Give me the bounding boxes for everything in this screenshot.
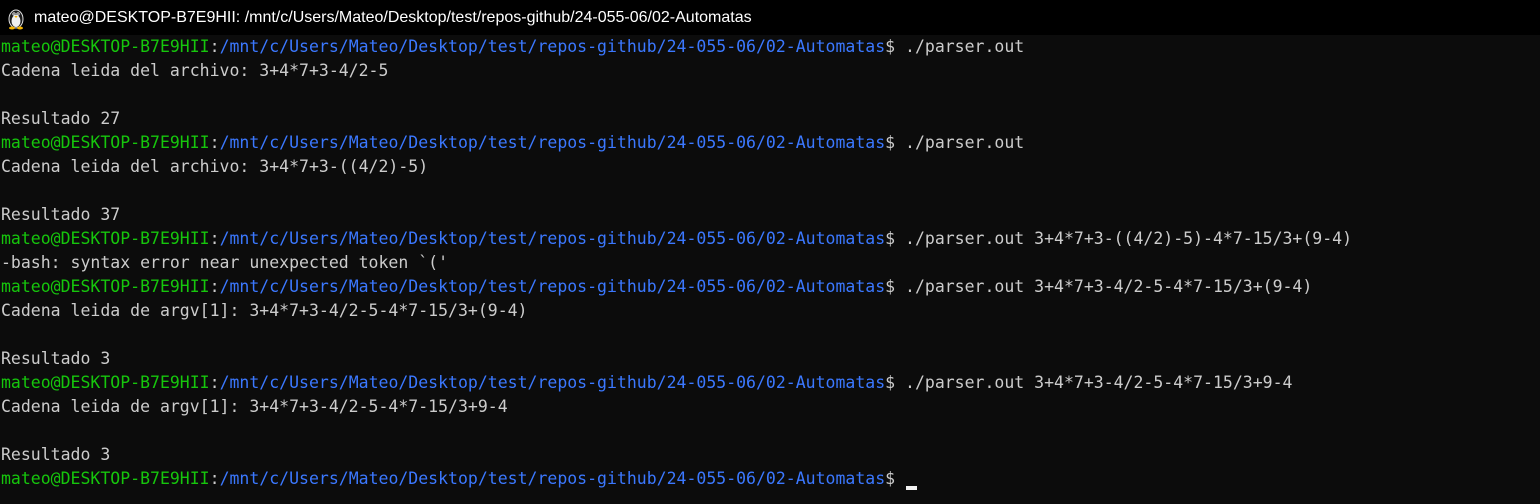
- prompt-separator: :: [209, 37, 220, 56]
- text-cursor: [906, 486, 918, 490]
- prompt-line: mateo@DESKTOP-B7E9HII:/mnt/c/Users/Mateo…: [1, 275, 1540, 299]
- prompt-symbol: $: [885, 133, 906, 152]
- prompt-separator: :: [209, 133, 220, 152]
- prompt-user-host: mateo@DESKTOP-B7E9HII: [1, 469, 210, 488]
- output-line: Resultado 27: [1, 107, 1540, 131]
- output-text: Cadena leida de argv[1]: 3+4*7+3-4/2-5-4…: [1, 397, 508, 416]
- output-line: Cadena leida del archivo: 3+4*7+3-((4/2)…: [1, 155, 1540, 179]
- prompt-user-host: mateo@DESKTOP-B7E9HII: [1, 229, 210, 248]
- output-text: Resultado 37: [1, 205, 121, 224]
- output-line: Resultado 3: [1, 347, 1540, 371]
- prompt-path: /mnt/c/Users/Mateo/Desktop/test/repos-gi…: [219, 229, 886, 248]
- linux-penguin-icon: [6, 6, 26, 30]
- prompt-user-host: mateo@DESKTOP-B7E9HII: [1, 37, 210, 56]
- prompt-separator: :: [209, 277, 220, 296]
- output-line: Cadena leida de argv[1]: 3+4*7+3-4/2-5-4…: [1, 299, 1540, 323]
- prompt-user-host: mateo@DESKTOP-B7E9HII: [1, 277, 210, 296]
- output-text: Cadena leida del archivo: 3+4*7+3-4/2-5: [1, 61, 389, 80]
- output-text: Cadena leida del archivo: 3+4*7+3-((4/2)…: [1, 157, 429, 176]
- prompt-path: /mnt/c/Users/Mateo/Desktop/test/repos-gi…: [219, 133, 886, 152]
- output-line: Resultado 3: [1, 443, 1540, 467]
- command-text: ./parser.out: [905, 37, 1025, 56]
- terminal-output[interactable]: mateo@DESKTOP-B7E9HII:/mnt/c/Users/Mateo…: [0, 35, 1540, 504]
- command-text: ./parser.out: [905, 133, 1025, 152]
- prompt-symbol: $: [885, 373, 906, 392]
- prompt-symbol: $: [885, 37, 906, 56]
- prompt-line: mateo@DESKTOP-B7E9HII:/mnt/c/Users/Mateo…: [1, 131, 1540, 155]
- prompt-separator: :: [209, 469, 220, 488]
- output-text: Resultado 27: [1, 109, 121, 128]
- command-text: ./parser.out 3+4*7+3-((4/2)-5)-4*7-15/3+…: [905, 229, 1353, 248]
- prompt-line: mateo@DESKTOP-B7E9HII:/mnt/c/Users/Mateo…: [1, 371, 1540, 395]
- prompt-separator: :: [209, 229, 220, 248]
- prompt-line: mateo@DESKTOP-B7E9HII:/mnt/c/Users/Mateo…: [1, 467, 1540, 491]
- prompt-user-host: mateo@DESKTOP-B7E9HII: [1, 133, 210, 152]
- prompt-symbol: $: [885, 277, 906, 296]
- prompt-line: mateo@DESKTOP-B7E9HII:/mnt/c/Users/Mateo…: [1, 35, 1540, 59]
- window-title: mateo@DESKTOP-B7E9HII: /mnt/c/Users/Mate…: [34, 8, 752, 26]
- output-text: Cadena leida de argv[1]: 3+4*7+3-4/2-5-4…: [1, 301, 528, 320]
- output-text: Resultado 3: [1, 349, 111, 368]
- command-text: ./parser.out 3+4*7+3-4/2-5-4*7-15/3+9-4: [905, 373, 1293, 392]
- prompt-symbol: $: [885, 469, 906, 488]
- prompt-path: /mnt/c/Users/Mateo/Desktop/test/repos-gi…: [219, 277, 886, 296]
- command-text: ./parser.out 3+4*7+3-4/2-5-4*7-15/3+(9-4…: [905, 277, 1313, 296]
- prompt-user-host: mateo@DESKTOP-B7E9HII: [1, 373, 210, 392]
- output-text: Resultado 3: [1, 445, 111, 464]
- title-bar[interactable]: mateo@DESKTOP-B7E9HII: /mnt/c/Users/Mate…: [0, 0, 1540, 35]
- prompt-line: mateo@DESKTOP-B7E9HII:/mnt/c/Users/Mateo…: [1, 227, 1540, 251]
- prompt-path: /mnt/c/Users/Mateo/Desktop/test/repos-gi…: [219, 37, 886, 56]
- prompt-path: /mnt/c/Users/Mateo/Desktop/test/repos-gi…: [219, 373, 886, 392]
- output-line: Cadena leida del archivo: 3+4*7+3-4/2-5: [1, 59, 1540, 83]
- prompt-symbol: $: [885, 229, 906, 248]
- output-line: -bash: syntax error near unexpected toke…: [1, 251, 1540, 275]
- terminal-window: mateo@DESKTOP-B7E9HII: /mnt/c/Users/Mate…: [0, 0, 1540, 504]
- output-text: -bash: syntax error near unexpected toke…: [1, 253, 449, 272]
- output-line: Resultado 37: [1, 203, 1540, 227]
- prompt-path: /mnt/c/Users/Mateo/Desktop/test/repos-gi…: [219, 469, 886, 488]
- output-line: Cadena leida de argv[1]: 3+4*7+3-4/2-5-4…: [1, 395, 1540, 419]
- prompt-separator: :: [209, 373, 220, 392]
